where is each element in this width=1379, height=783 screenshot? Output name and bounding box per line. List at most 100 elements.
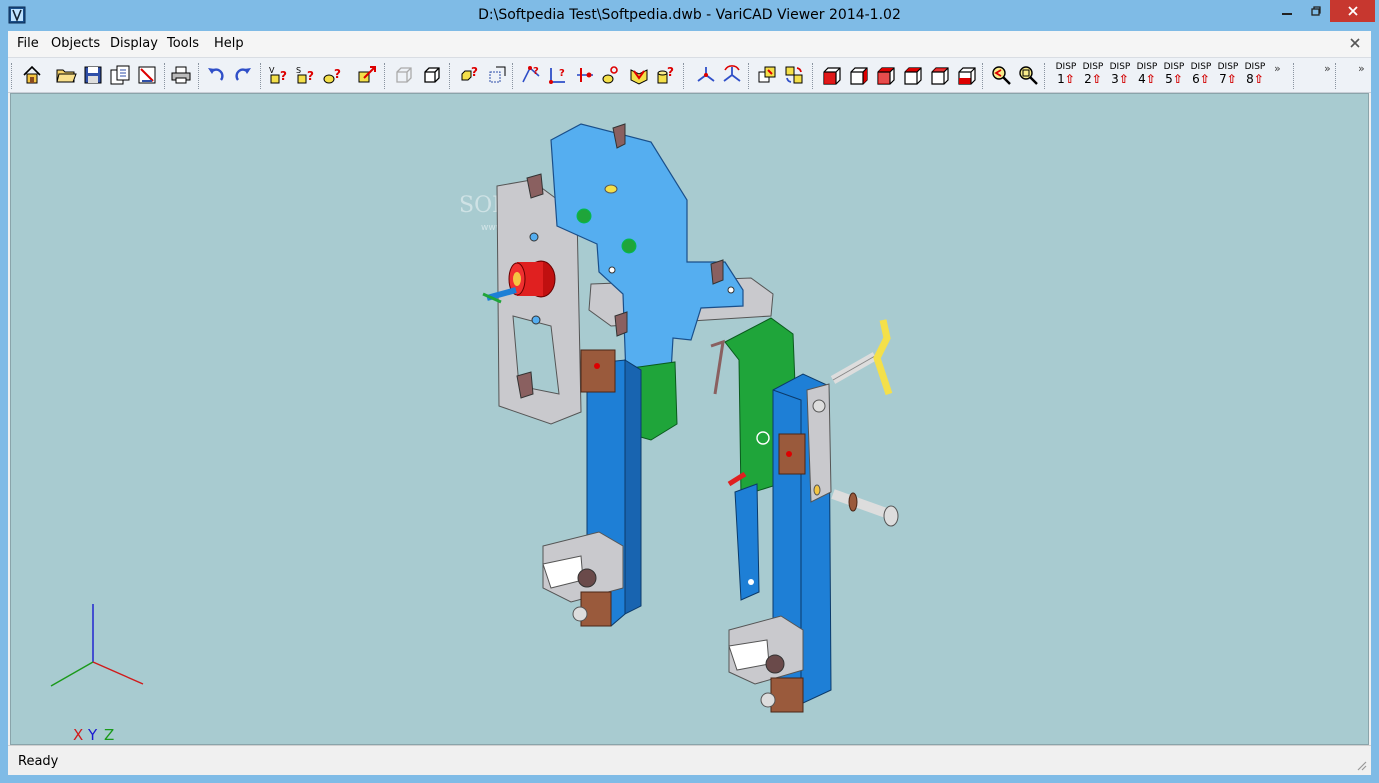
select-box-icon (489, 66, 506, 83)
menu-bar: File Objects Display Tools Help (8, 31, 1371, 57)
open-button[interactable] (54, 63, 78, 87)
select-object-button[interactable] (485, 63, 509, 87)
check-interference-button[interactable] (627, 63, 651, 87)
save-as-icon (110, 65, 130, 85)
distance-icon: ? (522, 66, 540, 83)
query-object-button[interactable]: ? (458, 63, 482, 87)
toolbar-separator[interactable] (748, 63, 751, 89)
open-folder-icon (56, 69, 77, 83)
viewport-3d[interactable]: SOFTPEDIA www.softpedia.com (10, 93, 1369, 745)
svg-text:?: ? (471, 65, 478, 79)
section-swap-button[interactable] (782, 63, 806, 87)
toolbar-separator[interactable] (1044, 63, 1047, 89)
toolbar-overflow-1[interactable]: » (1274, 62, 1281, 75)
point-icon (577, 68, 593, 82)
view-back-button[interactable] (847, 63, 871, 87)
minimize-button[interactable] (1272, 0, 1302, 22)
document-close-icon[interactable] (1348, 36, 1362, 50)
query-cylinder-button[interactable]: ? (654, 63, 678, 87)
close-button[interactable] (1330, 0, 1375, 22)
save-button[interactable] (81, 63, 105, 87)
export-icon (138, 66, 156, 84)
measure-distance-button[interactable]: ? (519, 63, 543, 87)
disp-2-button[interactable]: DISP 2⇧ (1080, 62, 1106, 90)
undo-button[interactable] (204, 63, 228, 87)
svg-text:?: ? (667, 65, 674, 79)
toolbar-grip[interactable] (1335, 63, 1338, 89)
view-left-button[interactable] (928, 63, 952, 87)
move-view-button[interactable] (694, 63, 718, 87)
disp-7-button[interactable]: DISP 7⇧ (1215, 62, 1241, 90)
zoom-back-icon (992, 66, 1011, 85)
toolbar-separator[interactable] (982, 63, 985, 89)
query-volume-button[interactable]: V? (267, 63, 291, 87)
query-mass-button[interactable]: ? (321, 63, 345, 87)
box-button[interactable] (420, 63, 444, 87)
disp-4-button[interactable]: DISP 4⇧ (1134, 62, 1160, 90)
axis-label-y: Y (88, 726, 98, 744)
menu-help[interactable]: Help (214, 36, 244, 51)
view-right-button[interactable] (955, 63, 979, 87)
measure-point-button[interactable] (573, 63, 597, 87)
toolbar-grip[interactable] (11, 63, 14, 89)
toolbar-separator[interactable] (812, 63, 815, 89)
menu-display[interactable]: Display (110, 36, 158, 51)
save-as-button[interactable] (108, 63, 132, 87)
red-cylinder (482, 260, 556, 304)
left-bottom-clamp (542, 531, 624, 627)
move-axes-icon (697, 67, 715, 82)
toolbar-grip[interactable] (1293, 63, 1296, 89)
zoom-all-button[interactable] (1016, 63, 1040, 87)
mass-query-icon: ? (323, 67, 341, 84)
wireframe-box-button[interactable] (392, 63, 416, 87)
explode-button[interactable] (355, 63, 379, 87)
view-top-button[interactable] (874, 63, 898, 87)
menu-file[interactable]: File (17, 36, 39, 51)
toolbar-separator[interactable] (384, 63, 387, 89)
toolbar-overflow-2[interactable]: » (1324, 62, 1331, 75)
cube-bottom-icon (904, 67, 922, 85)
menu-tools[interactable]: Tools (167, 36, 199, 51)
disp-1-button[interactable]: DISP 1⇧ (1053, 62, 1079, 90)
cube-left-icon (931, 67, 949, 85)
view-front-button[interactable] (820, 63, 844, 87)
title-bar[interactable]: D:\Softpedia Test\Softpedia.dwb - VariCA… (0, 0, 1379, 31)
disp-3-button[interactable]: DISP 3⇧ (1107, 62, 1133, 90)
export-button[interactable] (135, 63, 159, 87)
home-icon (23, 65, 41, 84)
axis-triad (50, 604, 144, 687)
section-button[interactable] (755, 63, 779, 87)
toolbar-overflow-3[interactable]: » (1358, 62, 1365, 75)
section-icon (758, 66, 776, 83)
cube-side-icon (850, 67, 868, 85)
toolbar-separator[interactable] (198, 63, 201, 89)
right-bottom-clamp (728, 615, 804, 713)
disp-5-button[interactable]: DISP 5⇧ (1161, 62, 1187, 90)
measure-radius-button[interactable] (599, 63, 623, 87)
query-surface-button[interactable]: S? (294, 63, 318, 87)
resize-grip-icon[interactable] (1355, 759, 1367, 771)
disp-6-button[interactable]: DISP 6⇧ (1188, 62, 1214, 90)
section-swap-icon (785, 66, 803, 84)
toolbar-separator[interactable] (260, 63, 263, 89)
svg-text:V: V (269, 66, 275, 75)
toolbar-separator[interactable] (164, 63, 167, 89)
undo-icon (208, 68, 224, 81)
home-button[interactable] (20, 63, 44, 87)
redo-button[interactable] (231, 63, 255, 87)
maximize-button[interactable] (1302, 0, 1330, 22)
toolbar-separator[interactable] (512, 63, 515, 89)
rotate-view-button[interactable] (720, 63, 744, 87)
svg-text:?: ? (307, 69, 314, 83)
toolbar-separator[interactable] (683, 63, 686, 89)
menu-objects[interactable]: Objects (51, 36, 100, 51)
print-button[interactable] (169, 63, 193, 87)
disp-8-button[interactable]: DISP 8⇧ (1242, 62, 1268, 90)
redo-icon (235, 68, 251, 81)
toolbar-separator[interactable] (449, 63, 452, 89)
printer-icon (171, 66, 191, 84)
cube-right-icon (958, 67, 976, 85)
view-bottom-button[interactable] (901, 63, 925, 87)
measure-angle-button[interactable]: ? (546, 63, 570, 87)
zoom-previous-button[interactable] (989, 63, 1013, 87)
